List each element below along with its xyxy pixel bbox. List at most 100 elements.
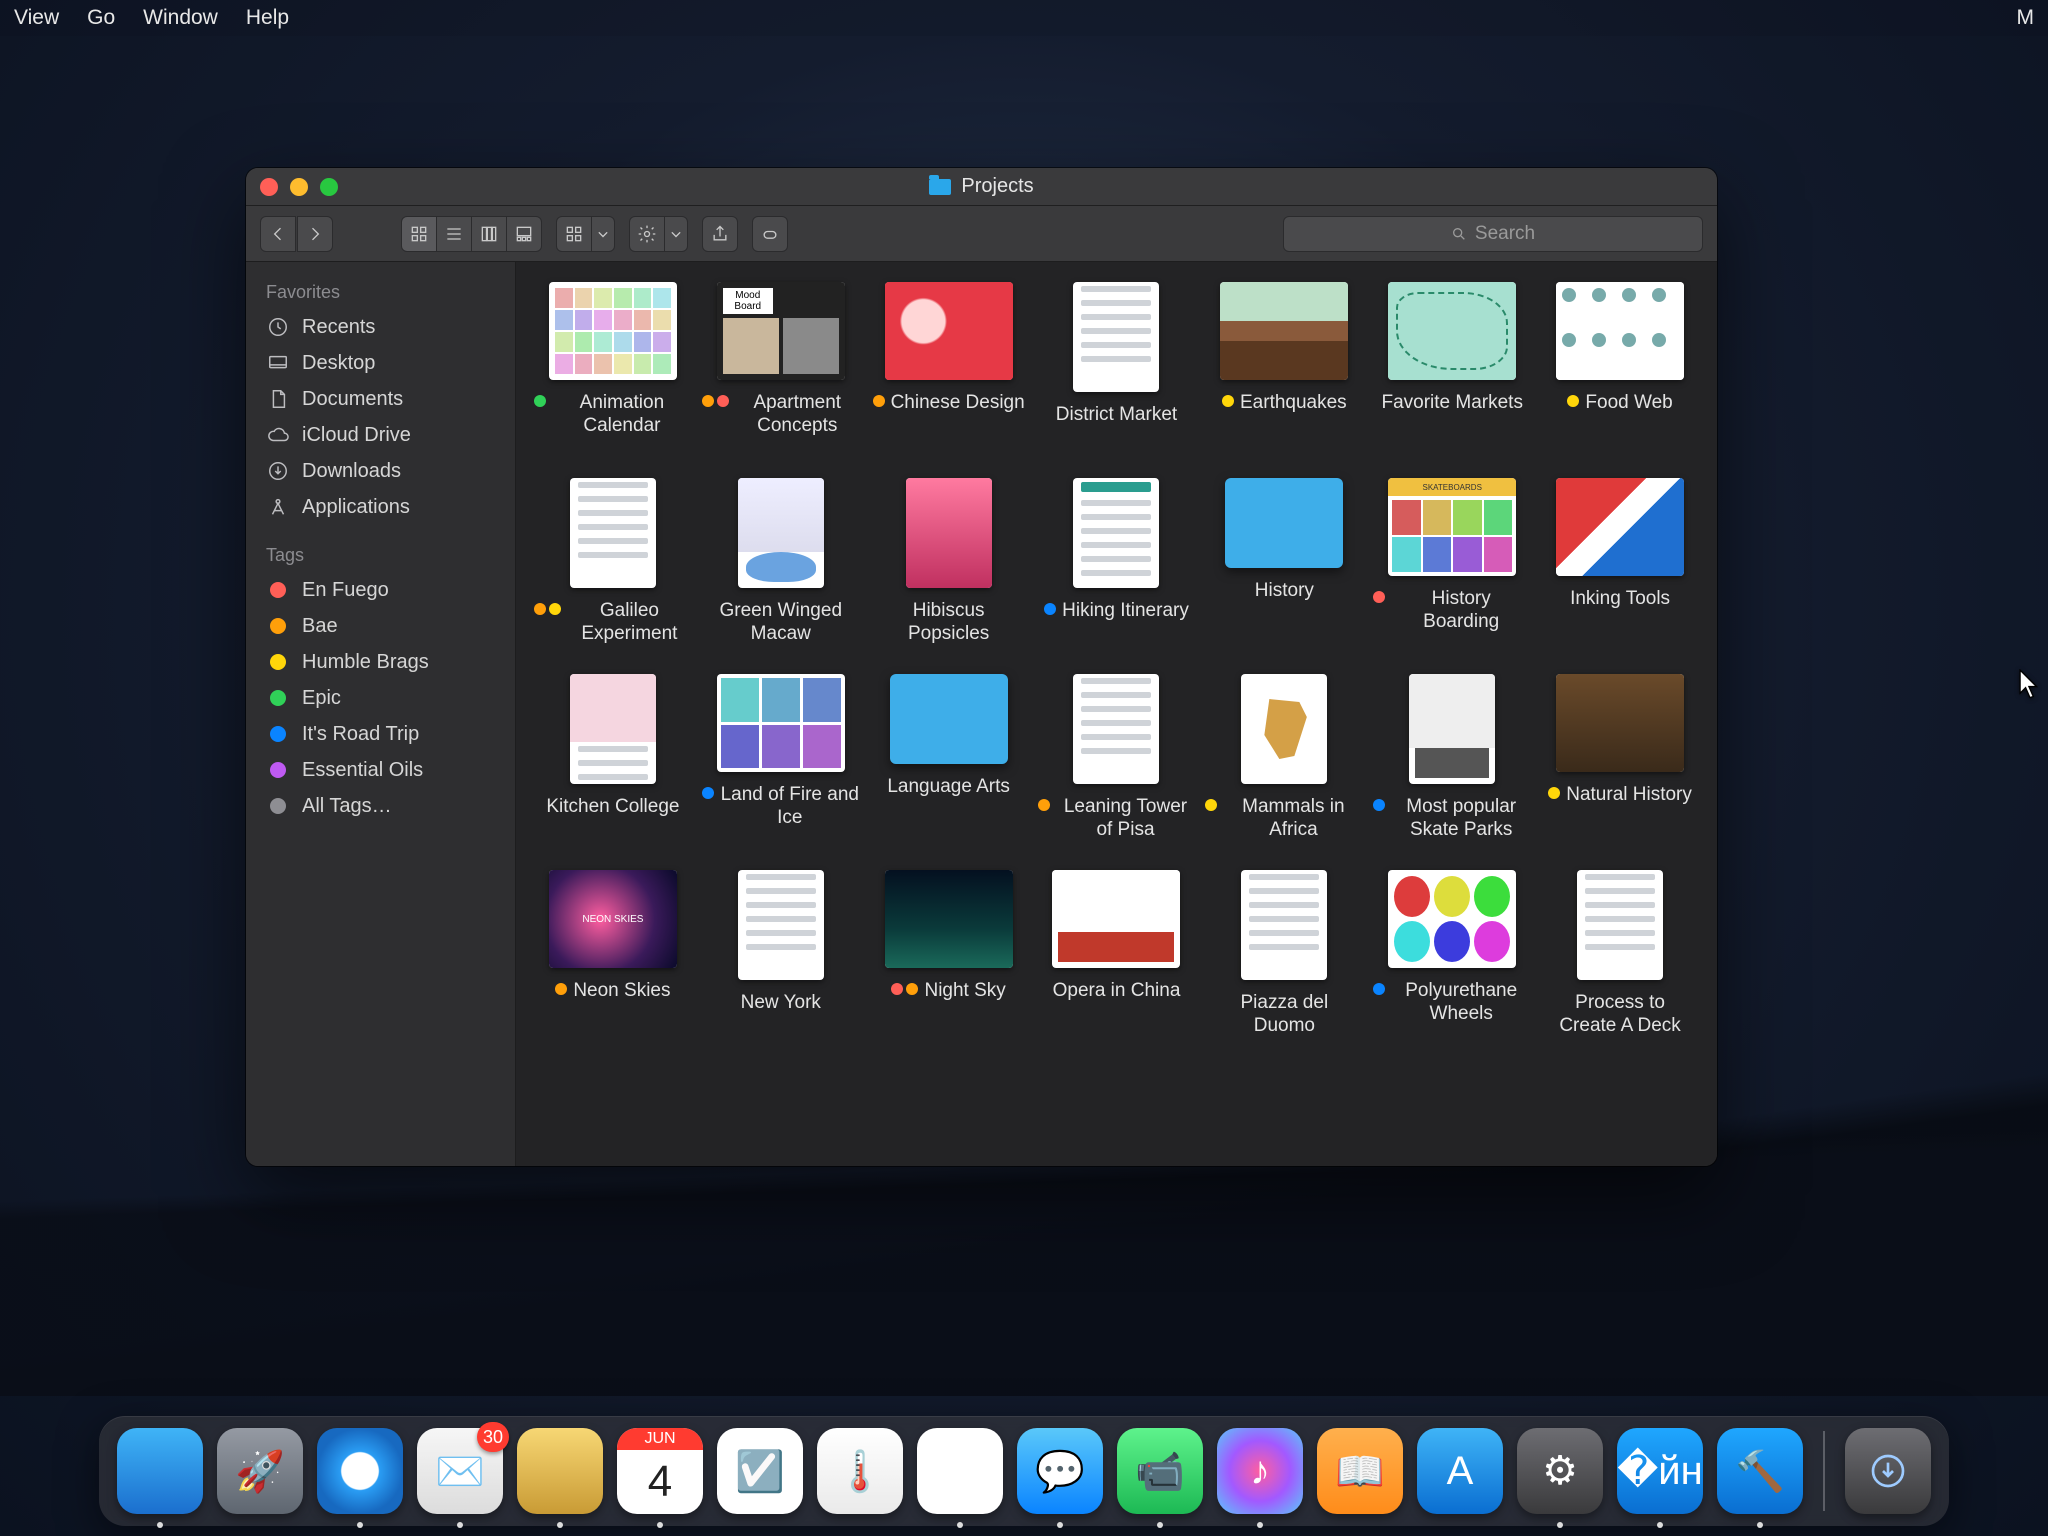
sidebar-item-downloads[interactable]: Downloads: [246, 453, 515, 489]
sidebar-tag-bae[interactable]: Bae: [246, 608, 515, 644]
file-item[interactable]: SKATEBOARDS History Boarding: [1373, 478, 1531, 648]
menu-window[interactable]: Window: [143, 6, 218, 30]
menu-view[interactable]: View: [14, 6, 59, 30]
group-button[interactable]: [556, 216, 592, 252]
sidebar-tag-humble-brags[interactable]: Humble Brags: [246, 644, 515, 680]
sidebar-tag-all-tags-[interactable]: All Tags…: [246, 788, 515, 824]
close-button[interactable]: [260, 178, 278, 196]
dock-app-system-preferences[interactable]: ⚙︎: [1517, 1428, 1603, 1514]
file-tags: [555, 980, 567, 995]
sidebar-item-applications[interactable]: Applications: [246, 489, 515, 525]
file-item[interactable]: New York: [702, 870, 860, 1040]
tag-dot-icon: [717, 395, 729, 407]
dock-app-xcode[interactable]: 🔨: [1717, 1428, 1803, 1514]
file-item[interactable]: Piazza del Duomo: [1205, 870, 1363, 1040]
file-item[interactable]: Natural History: [1541, 674, 1699, 844]
file-item[interactable]: Language Arts: [870, 674, 1028, 844]
titlebar[interactable]: Projects: [246, 168, 1717, 206]
file-item[interactable]: Earthquakes: [1205, 282, 1363, 452]
dock-app-finder[interactable]: [117, 1428, 203, 1514]
action-button[interactable]: [629, 216, 665, 252]
file-item[interactable]: Process to Create A Deck: [1541, 870, 1699, 1040]
file-item[interactable]: Opera in China: [1038, 870, 1196, 1040]
sidebar-item-recents[interactable]: Recents: [246, 309, 515, 345]
zoom-button[interactable]: [320, 178, 338, 196]
tag-dot-icon: [270, 654, 286, 670]
forward-button[interactable]: [297, 216, 333, 252]
dock-app-facetime[interactable]: 📹: [1117, 1428, 1203, 1514]
download-icon: [266, 459, 290, 483]
file-item[interactable]: Land of Fire and Ice: [702, 674, 860, 844]
file-thumbnail: [1388, 282, 1516, 380]
sidebar-tag-it-s-road-trip[interactable]: It's Road Trip: [246, 716, 515, 752]
file-item[interactable]: Leaning Tower of Pisa: [1038, 674, 1196, 844]
search-field[interactable]: Search: [1283, 216, 1703, 252]
action-chevron-icon[interactable]: [664, 216, 688, 252]
file-item[interactable]: Favorite Markets: [1373, 282, 1531, 452]
file-item[interactable]: District Market: [1038, 282, 1196, 452]
menu-right[interactable]: M: [2017, 6, 2035, 30]
file-item[interactable]: Night Sky: [870, 870, 1028, 1040]
minimize-button[interactable]: [290, 178, 308, 196]
file-item[interactable]: Hiking Itinerary: [1038, 478, 1196, 648]
tags-button[interactable]: [752, 216, 788, 252]
file-name: Opera in China: [1053, 980, 1181, 1003]
dock-app-messages[interactable]: 💬: [1017, 1428, 1103, 1514]
file-item[interactable]: Inking Tools: [1541, 478, 1699, 648]
sidebar-item-documents[interactable]: Documents: [246, 381, 515, 417]
tag-dot-icon: [1373, 983, 1385, 995]
dock-app-calendar[interactable]: JUN4: [617, 1428, 703, 1514]
sidebar-tag-essential-oils[interactable]: Essential Oils: [246, 752, 515, 788]
share-button[interactable]: [702, 216, 738, 252]
file-item[interactable]: Most popular Skate Parks: [1373, 674, 1531, 844]
menu-help[interactable]: Help: [246, 6, 289, 30]
file-thumbnail: [738, 870, 824, 980]
list-view-button[interactable]: [436, 216, 472, 252]
dock-app-weather[interactable]: 🌡️: [817, 1428, 903, 1514]
file-grid[interactable]: Animation CalendarMoodBoardApartment Con…: [516, 262, 1717, 1166]
icon-view-button[interactable]: [401, 216, 437, 252]
dock-app-keynote[interactable]: �йн: [1617, 1428, 1703, 1514]
sidebar-item-icloud-drive[interactable]: iCloud Drive: [246, 417, 515, 453]
file-label-row: Chinese Design: [873, 392, 1025, 440]
file-item[interactable]: Mammals in Africa: [1205, 674, 1363, 844]
apps-icon: [266, 495, 290, 519]
file-item[interactable]: Galileo Experiment: [534, 478, 692, 648]
file-item[interactable]: Animation Calendar: [534, 282, 692, 452]
group-chevron-icon[interactable]: [591, 216, 615, 252]
file-label-row: History Boarding: [1373, 588, 1531, 636]
view-mode-segment: [401, 216, 542, 252]
menu-go[interactable]: Go: [87, 6, 115, 30]
file-item[interactable]: Food Web: [1541, 282, 1699, 452]
file-thumbnail: SKATEBOARDS: [1388, 478, 1516, 576]
dock-app-reminders[interactable]: ☑️: [717, 1428, 803, 1514]
sidebar-item-desktop[interactable]: Desktop: [246, 345, 515, 381]
dock-app-photos[interactable]: ✦: [917, 1428, 1003, 1514]
dock-app-mail[interactable]: ✉️30: [417, 1428, 503, 1514]
file-label-row: Natural History: [1548, 784, 1692, 832]
column-view-button[interactable]: [471, 216, 507, 252]
file-item[interactable]: Green Winged Macaw: [702, 478, 860, 648]
file-item[interactable]: Polyurethane Wheels: [1373, 870, 1531, 1040]
dock-app-itunes[interactable]: ♪: [1217, 1428, 1303, 1514]
file-item[interactable]: Chinese Design: [870, 282, 1028, 452]
sidebar-tag-en-fuego[interactable]: En Fuego: [246, 572, 515, 608]
file-item[interactable]: MoodBoardApartment Concepts: [702, 282, 860, 452]
file-item[interactable]: Hibiscus Popsicles: [870, 478, 1028, 648]
sidebar-item-label: iCloud Drive: [302, 424, 411, 447]
dock-app-app-store[interactable]: A: [1417, 1428, 1503, 1514]
dock-app-ibooks[interactable]: 📖: [1317, 1428, 1403, 1514]
file-item[interactable]: Kitchen College: [534, 674, 692, 844]
file-item[interactable]: History: [1205, 478, 1363, 648]
dock-downloads-stack[interactable]: [1845, 1428, 1931, 1514]
gallery-view-button[interactable]: [506, 216, 542, 252]
file-item[interactable]: NEON SKIESNeon Skies: [534, 870, 692, 1040]
file-thumbnail: [1556, 282, 1684, 380]
dock-app-launchpad[interactable]: 🚀: [217, 1428, 303, 1514]
app-glyph-icon: ✉️: [435, 1448, 485, 1495]
dock-app-notes[interactable]: [517, 1428, 603, 1514]
dock-app-safari[interactable]: [317, 1428, 403, 1514]
file-tags: [534, 392, 546, 407]
back-button[interactable]: [260, 216, 296, 252]
sidebar-tag-epic[interactable]: Epic: [246, 680, 515, 716]
